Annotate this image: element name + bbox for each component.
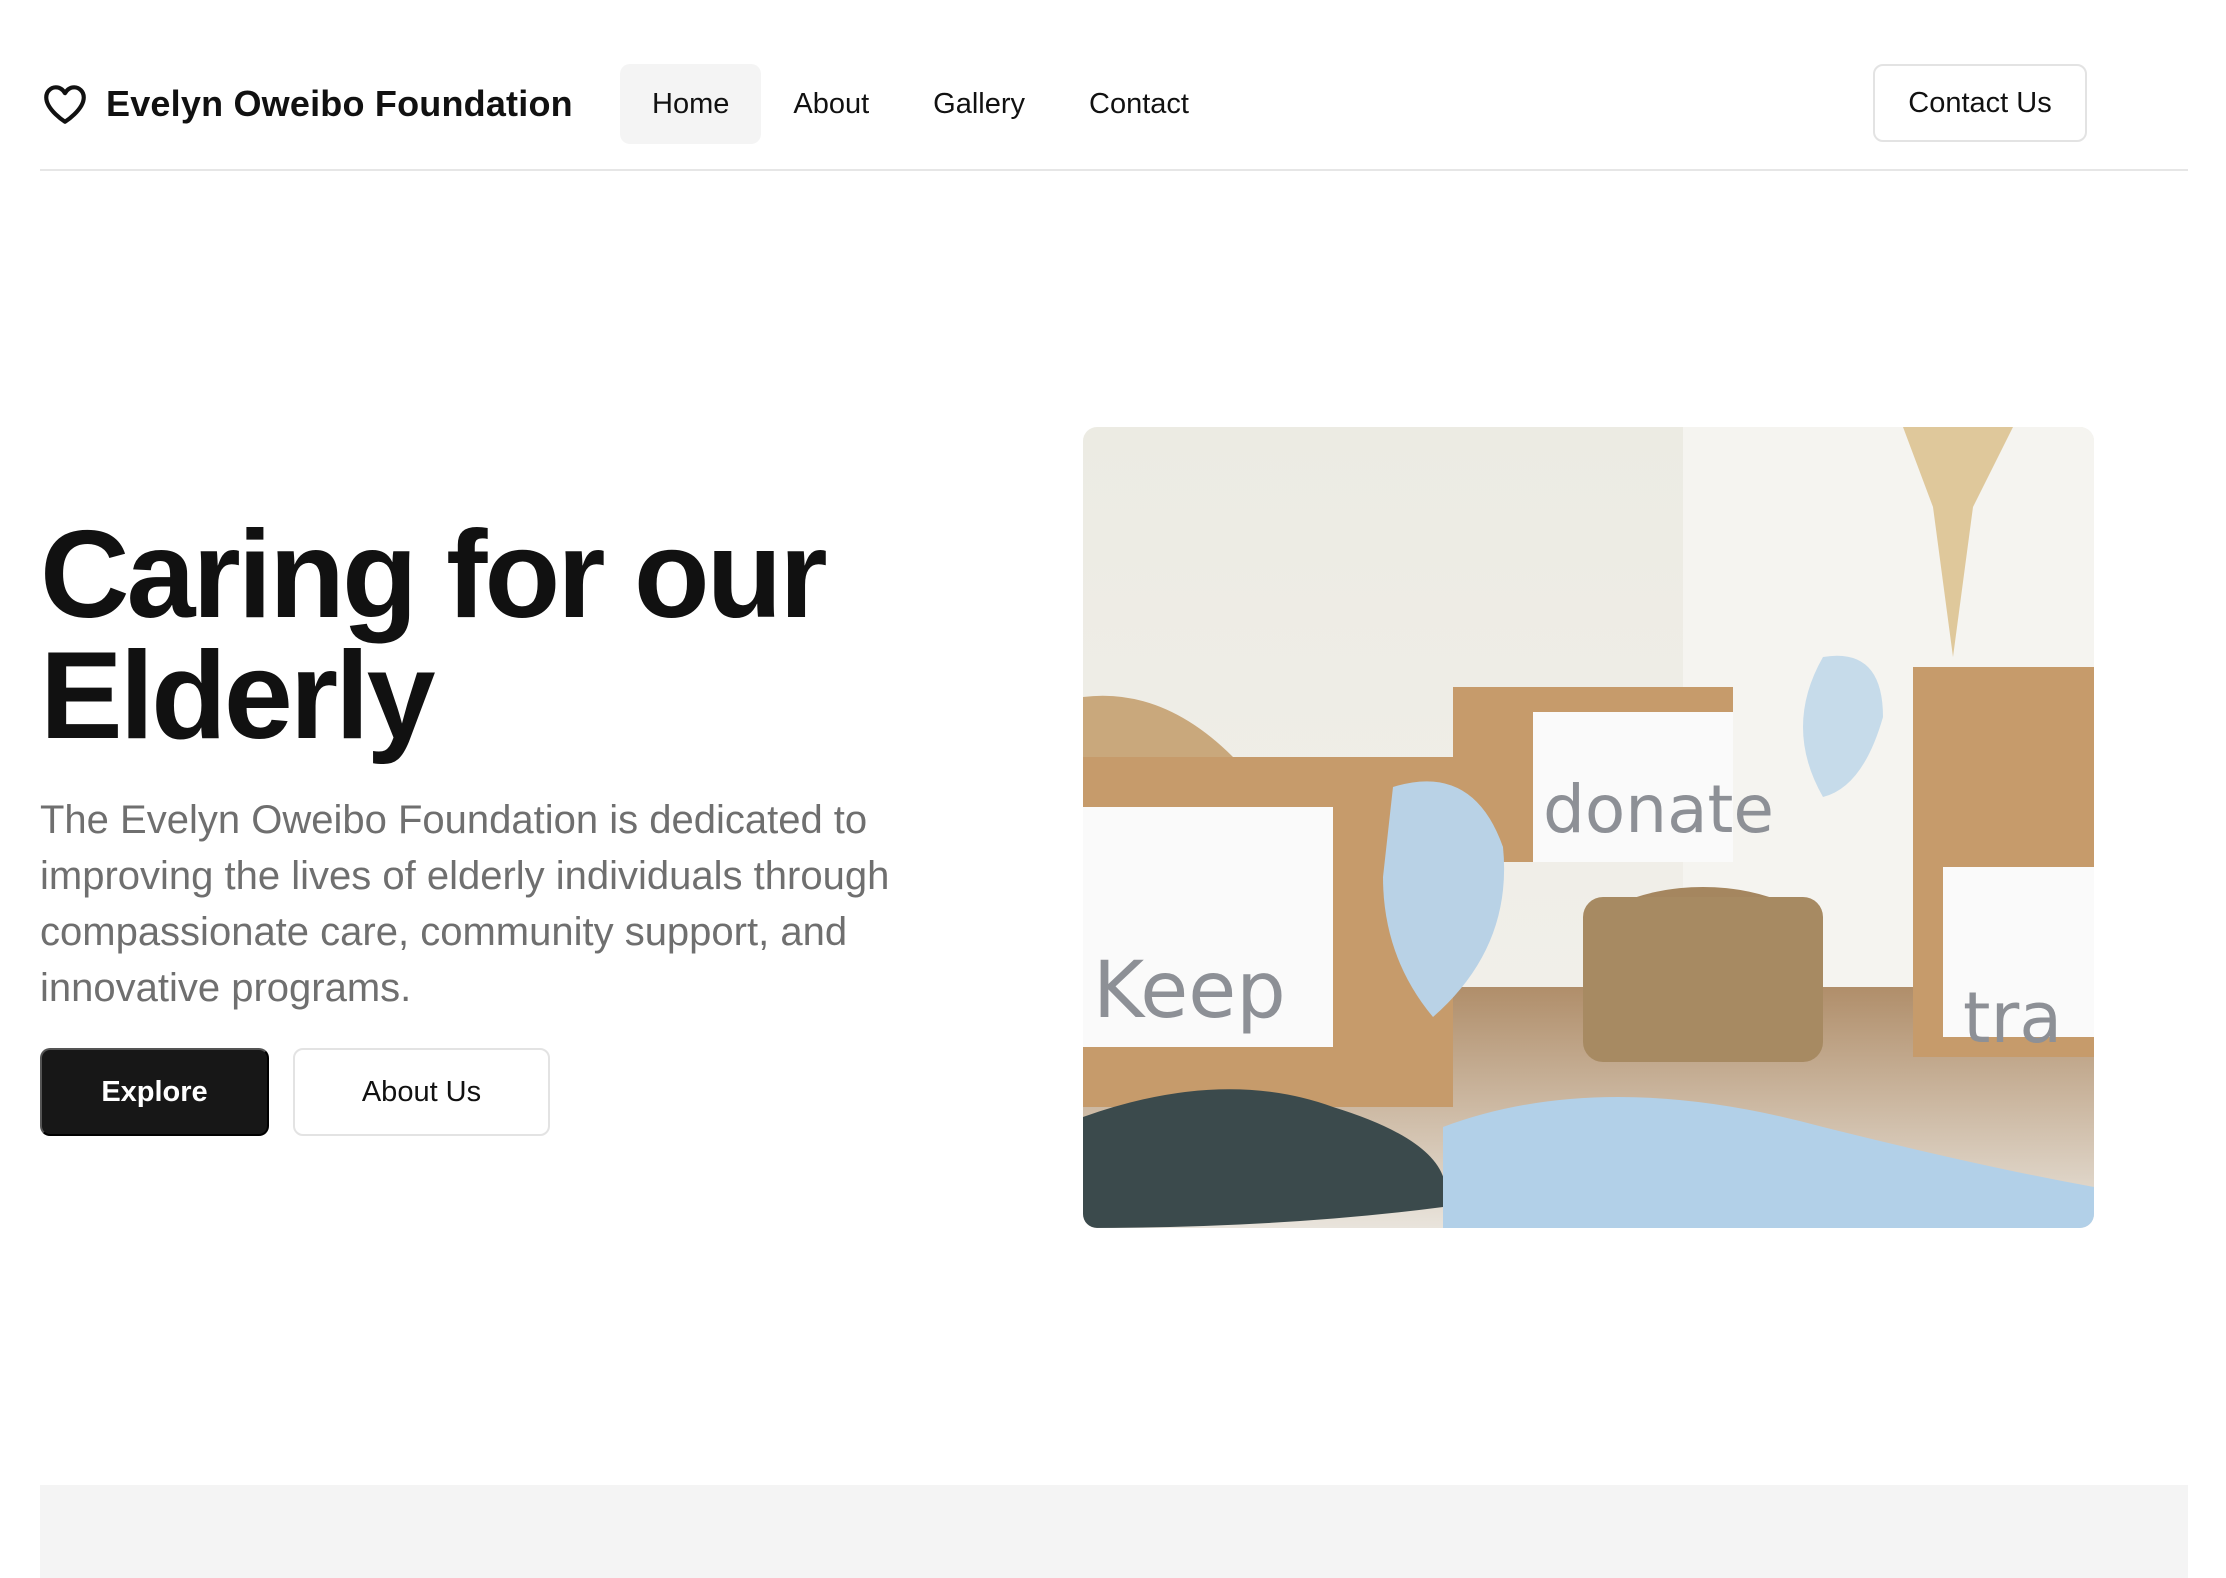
nav-item-about[interactable]: About: [761, 64, 901, 144]
donation-boxes-photo: Keep donate tra: [1083, 427, 2094, 1228]
hero-title: Caring for our Elderly: [40, 513, 1040, 758]
contact-us-button[interactable]: Contact Us: [1873, 64, 2087, 142]
main-nav: Home About Gallery Contact: [620, 64, 1221, 144]
donate-box-label: donate: [1543, 771, 1774, 848]
keep-box-label: Keep: [1093, 946, 1286, 1036]
hero-title-line-2: Elderly: [40, 627, 436, 765]
brand-name: Evelyn Oweibo Foundation: [106, 83, 573, 124]
nav-item-contact[interactable]: Contact: [1057, 64, 1221, 144]
hero-image: Keep donate tra: [1083, 427, 2094, 1228]
about-us-button[interactable]: About Us: [293, 1048, 550, 1136]
tra-box-label: tra: [1963, 977, 2062, 1059]
nav-item-gallery[interactable]: Gallery: [901, 64, 1057, 144]
hero-description: The Evelyn Oweibo Foundation is dedicate…: [40, 798, 890, 1010]
explore-button[interactable]: Explore: [40, 1048, 269, 1136]
brand[interactable]: Evelyn Oweibo Foundation: [40, 74, 573, 134]
next-section-band: [40, 1485, 2188, 1578]
hero-title-line-1: Caring for our: [40, 506, 828, 644]
site-header: Evelyn Oweibo Foundation Home About Gall…: [40, 0, 2188, 171]
nav-item-home[interactable]: Home: [620, 64, 762, 144]
hero-actions: Explore About Us: [40, 1048, 550, 1136]
heart-icon: [44, 85, 86, 124]
